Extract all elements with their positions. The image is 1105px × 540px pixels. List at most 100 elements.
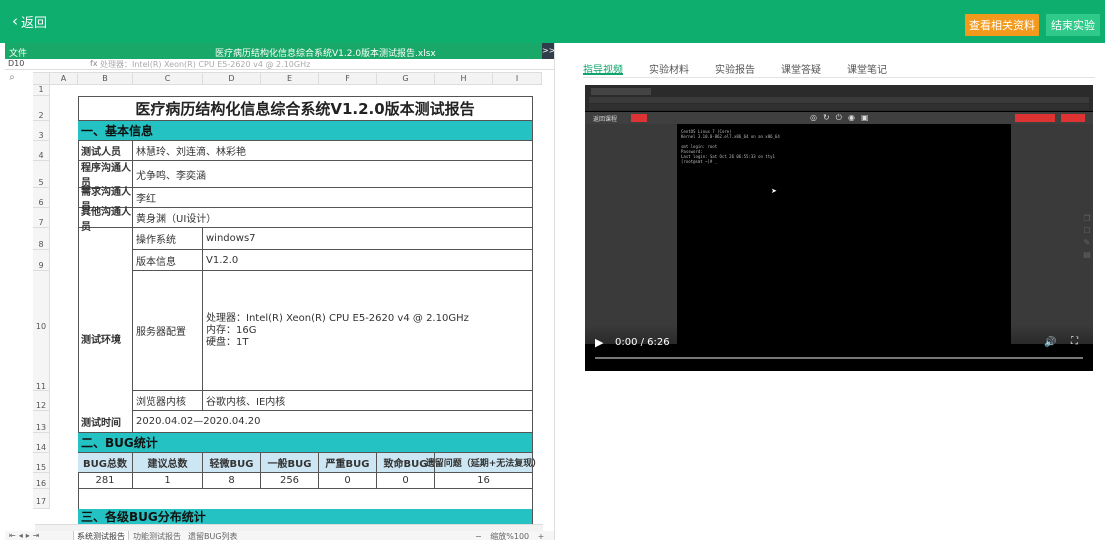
cell-reference[interactable]: D10 <box>8 59 24 68</box>
search-icon[interactable]: ⌕ <box>5 72 19 86</box>
view-related-button[interactable]: 查看相关资料 <box>965 14 1039 36</box>
other-contact-value: 黄身渊（UI设计） <box>133 208 533 228</box>
collapse-panel-button[interactable]: >> <box>542 43 554 59</box>
time-label: 测试时间 <box>78 411 133 433</box>
vertical-scrollbar[interactable] <box>554 72 555 524</box>
req-contact-value: 李红 <box>133 188 533 208</box>
row-header[interactable]: 11 <box>33 336 50 391</box>
section-bug-stats: 二、BUG统计 <box>78 433 533 453</box>
bug-value: 281 <box>78 473 133 489</box>
comment-icon[interactable]: ☐ <box>1082 225 1092 237</box>
file-menu[interactable]: 文件 <box>9 46 27 59</box>
horizontal-scrollbar[interactable] <box>35 524 543 531</box>
column-header[interactable]: G <box>377 72 435 85</box>
os-value: windows7 <box>203 228 533 250</box>
row-header[interactable]: 13 <box>33 411 50 433</box>
sheet-tab-legacy-bugs[interactable]: 遗留BUG列表 <box>185 531 241 540</box>
guide-tabs: 指导视频 实验材料 实验报告 课堂答疑 课堂笔记 <box>583 55 913 76</box>
row-header[interactable]: 16 <box>33 473 50 489</box>
calendar-icon[interactable]: ▤ <box>1082 249 1092 261</box>
bug-header: 建议总数 <box>133 453 203 473</box>
os-label: 操作系统 <box>133 228 203 250</box>
bug-value: 256 <box>261 473 319 489</box>
bug-header: BUG总数 <box>78 453 133 473</box>
video-toolbar-icons: ◎↻⏻◉▣ <box>810 113 875 122</box>
column-header[interactable]: C <box>133 72 203 85</box>
bug-value: 8 <box>203 473 261 489</box>
row-header[interactable]: 8 <box>33 228 50 250</box>
tab-guide-video[interactable]: 指导视频 <box>583 55 623 76</box>
video-browser-url <box>589 97 1089 103</box>
video-side-right <box>1011 124 1093 344</box>
video-progress-bar[interactable] <box>595 357 1083 359</box>
tab-materials[interactable]: 实验材料 <box>649 55 689 76</box>
edit-icon[interactable]: ✎ <box>1082 237 1092 249</box>
tab-qa[interactable]: 课堂答疑 <box>781 55 821 76</box>
column-header[interactable]: D <box>203 72 261 85</box>
video-toolbar: 返回课程 ◎↻⏻◉▣ <box>585 112 1093 124</box>
row-header[interactable]: 4 <box>33 141 50 161</box>
row-header[interactable]: 17 <box>33 489 50 509</box>
server-mem: 内存：16G <box>206 324 257 336</box>
report-title: 医疗病历结构化信息综合系统V1.2.0版本测试报告 <box>78 96 533 121</box>
column-header[interactable]: B <box>78 72 133 85</box>
top-bar: ‹ 返回 查看相关资料 结束实验 <box>0 0 1105 43</box>
tab-notes[interactable]: 课堂笔记 <box>847 55 887 76</box>
tab-report[interactable]: 实验报告 <box>715 55 755 76</box>
section-bug-distribution: 三、各级BUG分布统计 <box>78 509 533 524</box>
column-header[interactable]: E <box>261 72 319 85</box>
column-header[interactable]: H <box>435 72 493 85</box>
column-header[interactable]: A <box>50 72 78 85</box>
bug-header: 严重BUG <box>319 453 377 473</box>
video-browser-bookmarks <box>589 104 1089 110</box>
column-header[interactable]: F <box>319 72 377 85</box>
row-header[interactable]: 3 <box>33 121 50 141</box>
zoom-out-button[interactable]: − <box>475 532 482 540</box>
row-header[interactable]: 15 <box>33 453 50 473</box>
sheet-tab-system[interactable]: 系统测试报告 <box>73 531 129 540</box>
row-header[interactable]: 6 <box>33 188 50 208</box>
bug-value: 16 <box>435 473 533 489</box>
volume-icon[interactable]: 🔊 <box>1044 337 1056 348</box>
video-browser-chrome <box>585 85 1093 111</box>
bug-value: 1 <box>133 473 203 489</box>
guide-panel: 指导视频 实验材料 实验报告 课堂答疑 课堂笔记 返回课程 ◎↻⏻◉▣ Cent… <box>583 55 1105 540</box>
version-label: 版本信息 <box>133 250 203 271</box>
row-header[interactable]: 9 <box>33 250 50 271</box>
fullscreen-icon[interactable]: ⛶ <box>1071 336 1078 347</box>
tab-divider <box>583 77 1095 78</box>
sheet-nav-icons[interactable]: ⇤◂▸⇥ <box>9 531 42 540</box>
server-label: 服务器配置 <box>133 271 203 391</box>
video-red-button <box>1015 114 1055 122</box>
row-header[interactable]: 7 <box>33 208 50 228</box>
other-contact-label: 其他沟通人员 <box>78 207 133 233</box>
select-all-corner[interactable] <box>33 72 50 85</box>
sheet-tab-bar: ⇤◂▸⇥ 系统测试报告 功能测试报告 遗留BUG列表 − 缩放%100 + <box>5 531 554 540</box>
server-cpu: 处理器：Intel(R) Xeon(R) CPU E5-2620 v4 @ 2.… <box>206 312 469 324</box>
bug-header: 遗留问题（延期+无法复现） <box>426 453 540 473</box>
row-header[interactable]: 12 <box>33 391 50 411</box>
empty-row <box>78 489 533 509</box>
row-header[interactable]: 14 <box>33 433 50 453</box>
end-experiment-button[interactable]: 结束实验 <box>1046 14 1100 36</box>
guide-video-player[interactable]: 返回课程 ◎↻⏻◉▣ CentOS Linux 7 (Core) Kernel … <box>585 85 1093 371</box>
version-value: V1.2.0 <box>203 250 533 271</box>
bug-header: 轻微BUG <box>203 453 261 473</box>
play-icon[interactable]: ▶ <box>595 336 603 349</box>
column-header[interactable]: I <box>493 72 542 85</box>
zoom-in-button[interactable]: + <box>538 532 545 540</box>
row-header[interactable]: 2 <box>33 96 50 121</box>
tester-value: 林慧玲、刘连滴、林彩艳 <box>133 141 533 161</box>
chevron-left-icon: ‹ <box>12 12 18 30</box>
back-button[interactable]: ‹ 返回 <box>12 12 47 32</box>
prog-contact-value: 尤争鸣、李奕涵 <box>133 161 533 188</box>
video-red-button <box>1061 114 1085 122</box>
row-header[interactable]: 5 <box>33 161 50 188</box>
bug-value: 0 <box>319 473 377 489</box>
formula-input[interactable]: 处理器：Intel(R) Xeon(R) CPU E5-2620 v4 @ 2.… <box>100 59 310 70</box>
sheet-tab-function[interactable]: 功能测试报告 <box>130 531 184 540</box>
video-controls: ▶ 0:00 / 6:26 🔊 ⛶ <box>585 325 1093 371</box>
video-side-left <box>585 124 677 344</box>
row-header[interactable]: 1 <box>33 85 50 96</box>
copy-icon[interactable]: ❐ <box>1082 213 1092 225</box>
